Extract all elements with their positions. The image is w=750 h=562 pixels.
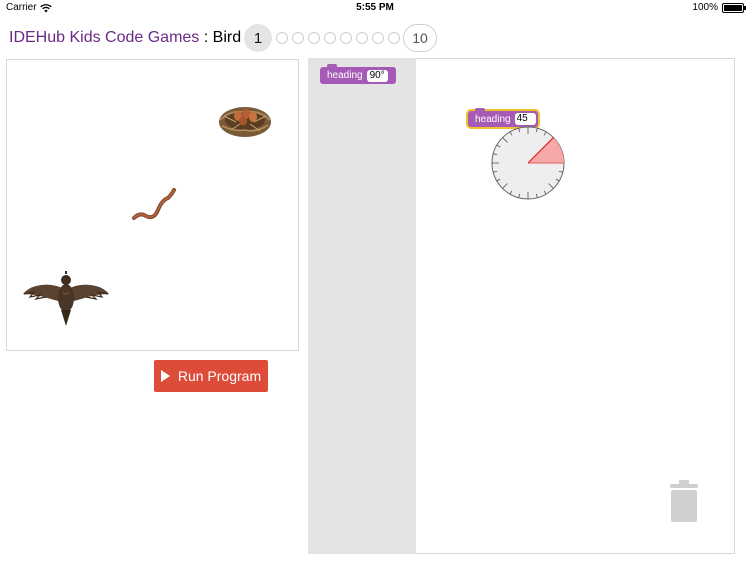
title-separator: : — [199, 29, 213, 46]
battery-percent: 100% — [692, 2, 718, 13]
app-title: IDEHub Kids Code Games — [9, 29, 200, 46]
heading-angle-input[interactable]: 45 — [514, 113, 536, 125]
level-dot[interactable] — [292, 32, 304, 44]
bird-icon — [23, 271, 109, 326]
battery-fill — [724, 5, 742, 11]
level-dot[interactable] — [324, 32, 336, 44]
play-icon — [160, 370, 170, 382]
angle-picker-dial[interactable] — [490, 125, 566, 201]
block-toolbox — [308, 58, 416, 554]
heading-block-label: heading — [475, 113, 511, 125]
level-dot[interactable] — [372, 32, 384, 44]
heading-block-label: heading — [327, 70, 363, 81]
status-bar: Carrier 5:55 PM 100% — [0, 0, 750, 16]
level-dot[interactable] — [308, 32, 320, 44]
game-stage — [6, 59, 299, 351]
worm-icon — [132, 188, 176, 220]
page-title: IDEHub Kids Code Games : Bird — [9, 28, 241, 48]
run-program-label: Run Program — [177, 368, 262, 384]
game-name: Bird — [212, 29, 242, 46]
heading-block-value[interactable]: 90° — [366, 69, 388, 82]
nest-icon — [219, 107, 271, 137]
battery-icon — [722, 3, 746, 13]
status-right: 100% — [692, 0, 746, 16]
toolbox-heading-block[interactable]: heading 90° — [320, 64, 396, 84]
level-dot[interactable] — [340, 32, 352, 44]
level-dot[interactable] — [388, 32, 400, 44]
run-program-button[interactable]: Run Program — [154, 360, 268, 392]
level-last[interactable]: 10 — [403, 24, 437, 52]
level-dot[interactable] — [276, 32, 288, 44]
level-current[interactable]: 1 — [244, 24, 272, 52]
status-time: 5:55 PM — [356, 2, 394, 13]
level-dot[interactable] — [356, 32, 368, 44]
trash-icon[interactable] — [668, 480, 700, 522]
level-nav: 1 10 — [244, 23, 437, 53]
